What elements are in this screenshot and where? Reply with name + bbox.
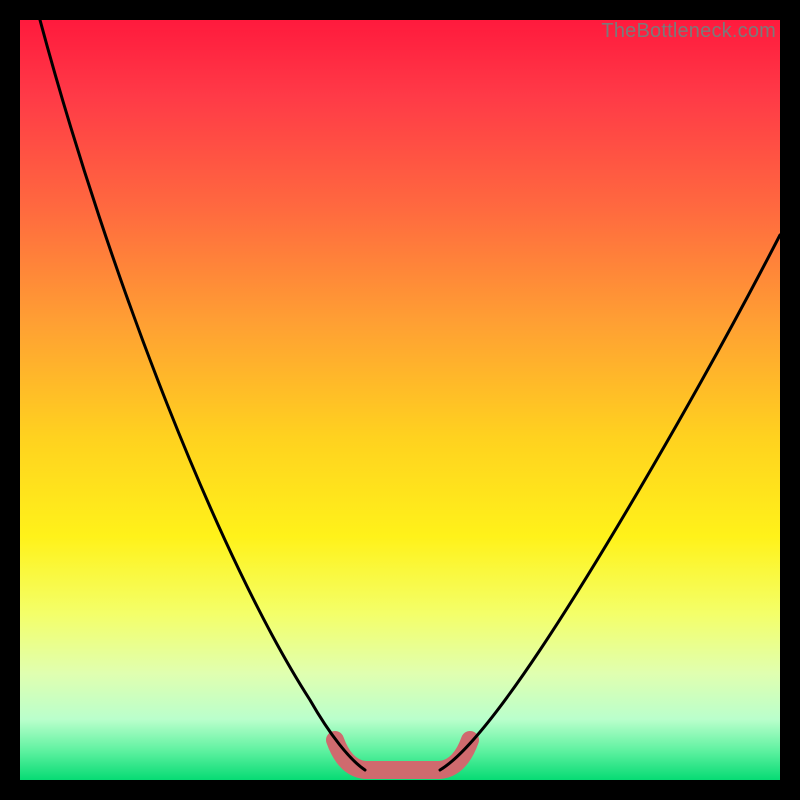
curve-layer bbox=[20, 20, 780, 780]
left-curve bbox=[40, 20, 365, 770]
chart-frame: TheBottleneck.com bbox=[0, 0, 800, 800]
plot-area: TheBottleneck.com bbox=[20, 20, 780, 780]
valley-band bbox=[335, 740, 470, 770]
right-curve bbox=[440, 235, 780, 770]
